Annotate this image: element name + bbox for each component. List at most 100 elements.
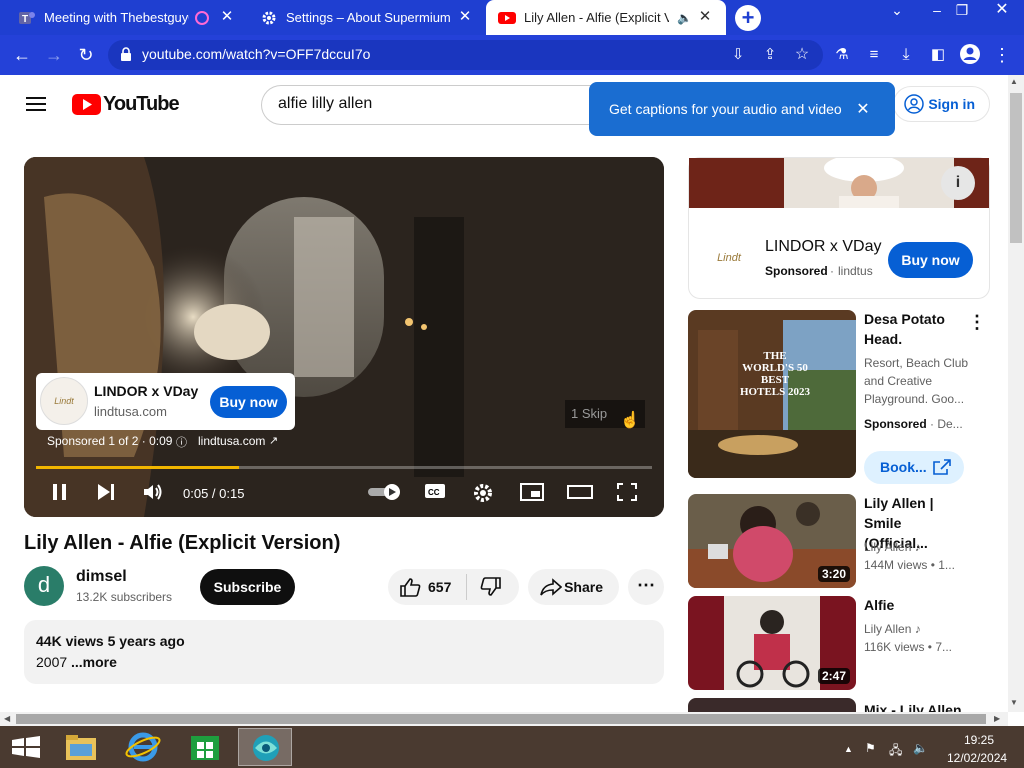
channel-name[interactable]: Lily Allen ♪ (864, 620, 974, 638)
next-icon[interactable] (96, 482, 120, 504)
tab-label: Settings – About Supermium (286, 10, 451, 25)
video-thumbnail[interactable] (688, 698, 856, 712)
url-text[interactable]: youtube.com/watch?v=OFF7dccuI7o (142, 46, 370, 62)
tab-meeting[interactable]: T Meeting with Thebestguy02 ✕ (6, 0, 248, 35)
close-icon[interactable]: ✕ (855, 99, 871, 119)
like-icon[interactable] (399, 577, 421, 597)
thumbnail-caption: THE WORLD'S 50 BEST HOTELS 2023 (740, 350, 810, 398)
like-count[interactable]: 657 (428, 579, 451, 595)
tab-youtube[interactable]: Lily Allen - Alfie (Explicit Ver 🔈 ✕ (486, 0, 726, 35)
scroll-down-icon[interactable]: ▼ (1010, 698, 1018, 707)
new-tab-button[interactable]: + (735, 5, 761, 31)
download-icon[interactable]: ⤓ (894, 43, 918, 67)
clock-time[interactable]: 19:25 (964, 733, 994, 747)
scroll-right-icon[interactable]: ▶ (994, 714, 1000, 723)
back-icon[interactable]: ← (10, 43, 34, 67)
sidebar-ad-title[interactable]: LINDOR x VDay (765, 238, 881, 256)
ad-domain[interactable]: lindtusa.com (94, 404, 167, 419)
subscribe-button[interactable]: Subscribe (200, 569, 295, 605)
separator-dot: · (830, 264, 834, 278)
close-icon[interactable]: ✕ (218, 8, 236, 26)
buy-now-button[interactable]: Buy now (210, 386, 287, 418)
search-input-value[interactable]: alfie lilly allen (278, 95, 372, 113)
windows-start-icon[interactable] (0, 728, 54, 766)
miniplayer-icon[interactable] (520, 482, 544, 504)
profile-icon[interactable] (958, 43, 982, 67)
autoplay-toggle-icon[interactable] (366, 482, 402, 504)
hamburger-menu-icon[interactable] (26, 96, 46, 112)
scroll-up-icon[interactable]: ▲ (1010, 77, 1018, 86)
scroll-left-icon[interactable]: ◀ (4, 714, 10, 723)
volume-icon[interactable] (142, 482, 166, 504)
video-frame (24, 157, 664, 517)
external-link-icon (932, 458, 952, 476)
channel-avatar[interactable]: d (24, 566, 64, 606)
network-icon[interactable]: 🖧 (889, 741, 902, 762)
sidepanel-icon[interactable]: ◧ (926, 43, 950, 67)
action-center-flag-icon[interactable]: ⚑ (865, 741, 876, 755)
video-player[interactable] (24, 157, 664, 517)
labs-flask-icon[interactable]: ⚗ (830, 43, 854, 67)
channel-name[interactable]: Lily Allen ♪ (864, 538, 974, 556)
more-actions-icon[interactable]: ⋯ (628, 569, 664, 605)
settings-gear-icon[interactable] (472, 482, 496, 504)
sponsored-label: Sponsored 1 of 2 · 0:09 (47, 434, 173, 448)
dislike-icon[interactable] (480, 577, 502, 597)
captions-icon[interactable]: CC (424, 482, 448, 504)
file-explorer-icon[interactable] (54, 728, 108, 766)
show-more-link[interactable]: ...more (71, 654, 117, 670)
forward-icon[interactable]: → (42, 43, 66, 67)
music-note-icon: ♪ (914, 622, 921, 636)
install-icon[interactable]: ⇩ (726, 43, 750, 67)
buy-now-button[interactable]: Buy now (888, 242, 973, 278)
video-title[interactable]: Mix - Lily Allen (864, 700, 994, 712)
tab-settings[interactable]: Settings – About Supermium ✕ (248, 0, 486, 35)
clock-date[interactable]: 12/02/2024 (947, 751, 1007, 765)
youtube-logo-text[interactable]: YouTube (103, 93, 180, 116)
bookmark-star-icon[interactable]: ☆ (790, 43, 814, 67)
video-title[interactable]: Desa Potato Head. (864, 309, 969, 349)
ad-info-icon[interactable]: i (941, 166, 975, 200)
supermium-browser-icon[interactable] (238, 728, 292, 766)
close-icon[interactable]: ✕ (456, 8, 474, 26)
pause-icon[interactable] (50, 482, 74, 504)
ad-title[interactable]: LINDOR x VDay (94, 383, 198, 399)
lock-icon[interactable] (120, 46, 132, 62)
advertiser-link[interactable]: lindtusa.com (198, 434, 265, 448)
video-title[interactable]: Alfie (864, 595, 969, 615)
external-link-icon: ↗ (269, 435, 279, 447)
share-icon (540, 578, 563, 596)
youtube-icon (498, 9, 516, 27)
media-queue-icon[interactable]: ≡ (862, 43, 886, 67)
internet-explorer-icon[interactable] (116, 728, 170, 766)
close-icon[interactable]: ✕ (696, 8, 714, 26)
description-box[interactable] (24, 620, 664, 684)
close-window-icon[interactable]: ✕ (985, 0, 1019, 22)
horizontal-scrollbar-thumb[interactable] (16, 714, 986, 724)
teams-icon: T (18, 9, 36, 27)
sidebar-ad-domain: lindtus (838, 264, 873, 278)
store-icon[interactable] (178, 728, 232, 766)
time-display: 0:05 / 0:15 (183, 486, 245, 501)
info-icon[interactable]: ⓘ (176, 434, 187, 450)
video-menu-icon[interactable]: ⋮ (968, 312, 986, 332)
speaker-icon[interactable]: 🔈 (677, 11, 692, 25)
share-page-icon[interactable]: ⇪ (758, 43, 782, 67)
theater-mode-icon[interactable] (566, 482, 594, 504)
sponsored-label: Sponsored (864, 417, 927, 431)
tab-search-icon[interactable]: ⌄ (880, 0, 914, 22)
reload-icon[interactable]: ↻ (74, 43, 98, 67)
vertical-scrollbar-thumb[interactable] (1010, 93, 1022, 243)
tray-expand-icon[interactable]: ▲ (844, 744, 853, 754)
maximize-icon[interactable]: ❐ (945, 0, 979, 22)
duration-badge: 3:20 (818, 566, 851, 582)
volume-tray-icon[interactable]: 🔈 (913, 741, 928, 755)
fullscreen-icon[interactable] (616, 482, 640, 504)
browser-menu-icon[interactable]: ⋮ (990, 43, 1014, 67)
svg-text:T: T (22, 14, 28, 25)
svg-text:CC: CC (428, 488, 440, 497)
mouse-cursor-icon: ☝ (620, 412, 640, 429)
channel-name[interactable]: dimsel (76, 568, 127, 586)
video-description: Resort, Beach Club and Creative Playgrou… (864, 356, 969, 406)
video-thumbnail[interactable]: THE WORLD'S 50 BEST HOTELS 2023 (688, 310, 856, 478)
